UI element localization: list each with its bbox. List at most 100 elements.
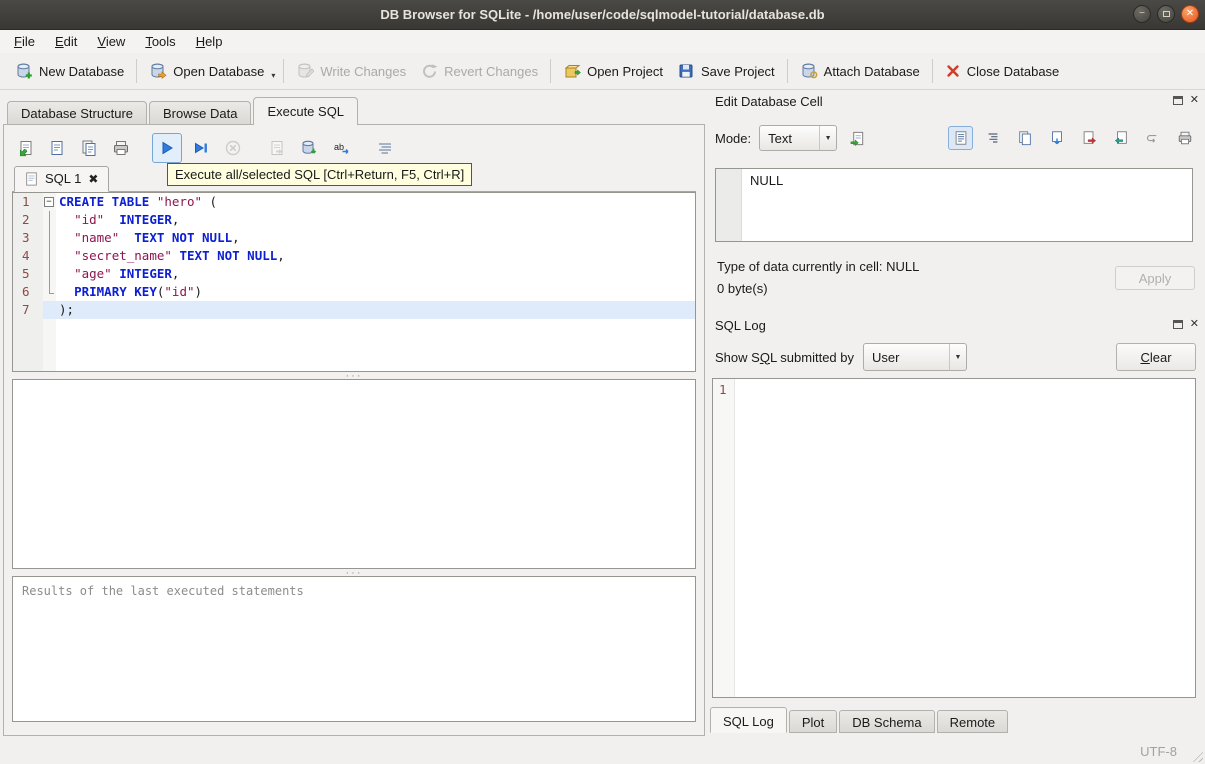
close-sql-document-icon[interactable]: ✖ xyxy=(88,172,98,186)
menu-file[interactable]: File xyxy=(4,31,45,52)
main-toolbar: New Database Open Database ▾ Write Chang… xyxy=(0,53,1205,90)
menu-tools[interactable]: Tools xyxy=(135,31,185,52)
log-filter-label: Show SQL submitted by xyxy=(715,349,854,365)
find-replace-icon: ab xyxy=(334,142,349,154)
editor-line[interactable]: 6 PRIMARY KEY("id") xyxy=(13,283,695,301)
sql-log-area[interactable]: 1 xyxy=(712,378,1196,698)
open-database-button[interactable]: Open Database xyxy=(142,57,271,85)
save-results-to-database-button[interactable] xyxy=(296,135,322,161)
import-cell-button[interactable] xyxy=(1108,126,1133,150)
close-dock-icon[interactable]: ✕ xyxy=(1190,319,1199,330)
resize-grip-icon[interactable] xyxy=(1190,749,1203,762)
sql-log-dock-buttons: ✕ xyxy=(1172,319,1199,330)
attach-database-button[interactable]: Attach Database xyxy=(793,57,927,85)
save-results-button[interactable] xyxy=(264,135,290,161)
clear-log-button[interactable]: Clear xyxy=(1116,343,1196,371)
editor-line[interactable]: 2 "id" INTEGER, xyxy=(13,211,695,229)
print-sql-button[interactable] xyxy=(108,135,134,161)
save-cell-button[interactable] xyxy=(1044,126,1069,150)
mode-label: Mode: xyxy=(715,130,752,146)
encoding-indicator: UTF-8 xyxy=(1140,744,1177,759)
import-file-icon xyxy=(850,131,864,146)
save-sql-file-as-button[interactable] xyxy=(76,135,102,161)
import-data-button[interactable] xyxy=(845,126,870,150)
editor-line[interactable]: 1− CREATE TABLE "hero" ( xyxy=(13,193,695,211)
editor-line[interactable]: 7); xyxy=(13,301,695,319)
open-database-label: Open Database xyxy=(173,63,265,79)
menu-help[interactable]: Help xyxy=(186,31,233,52)
close-database-button[interactable]: Close Database xyxy=(938,58,1067,84)
save-sql-file-as-icon xyxy=(82,140,96,156)
sql-log-dock-title: SQL Log xyxy=(715,318,766,333)
save-sql-file-button[interactable] xyxy=(44,135,70,161)
stop-execution-button[interactable] xyxy=(220,135,246,161)
svg-text:ab: ab xyxy=(334,142,344,152)
rtl-text-button[interactable] xyxy=(980,126,1005,150)
line-number: 2 xyxy=(13,211,43,229)
open-sql-file-button[interactable] xyxy=(12,135,38,161)
sql-log-gutter: 1 xyxy=(713,379,735,697)
find-replace-button[interactable]: ab xyxy=(328,135,354,161)
dock-tab-db-schema[interactable]: DB Schema xyxy=(839,710,935,733)
import-cell-icon xyxy=(1114,131,1127,144)
maximize-button[interactable] xyxy=(1157,5,1175,23)
execute-all-button[interactable] xyxy=(152,133,182,163)
fold-margin xyxy=(43,229,56,247)
dock-tab-remote[interactable]: Remote xyxy=(936,710,1009,733)
editor-line[interactable]: 4 "secret_name" TEXT NOT NULL, xyxy=(13,247,695,265)
save-project-button[interactable]: Save Project xyxy=(670,57,782,85)
menu-edit[interactable]: Edit xyxy=(45,31,87,52)
tab-browse-data[interactable]: Browse Data xyxy=(149,101,252,124)
float-dock-icon[interactable] xyxy=(1172,96,1183,105)
close-button[interactable]: ✕ xyxy=(1181,5,1199,23)
write-changes-label: Write Changes xyxy=(320,63,407,79)
format-sql-icon xyxy=(379,143,391,154)
new-database-button[interactable]: New Database xyxy=(8,57,131,85)
float-dock-icon[interactable] xyxy=(1172,320,1183,329)
sql-document-tab[interactable]: SQL 1 ✖ xyxy=(14,166,110,192)
splitter-handle[interactable]: ··· xyxy=(12,370,696,381)
editor-empty-area[interactable] xyxy=(13,319,695,371)
window-title: DB Browser for SQLite - /home/user/code/… xyxy=(380,7,825,22)
edit-cell-dock-title: Edit Database Cell xyxy=(715,94,823,109)
line-number: 3 xyxy=(13,229,43,247)
cell-editor-area[interactable]: NULL xyxy=(715,168,1193,242)
write-changes-button[interactable]: Write Changes xyxy=(289,57,413,85)
open-project-button[interactable]: Open Project xyxy=(556,57,670,85)
editor-line[interactable]: 3 "name" TEXT NOT NULL, xyxy=(13,229,695,247)
sql-editor[interactable]: 1− CREATE TABLE "hero" (2 "id" INTEGER, 3 … xyxy=(12,192,696,372)
minimize-button[interactable]: − xyxy=(1133,5,1151,23)
copy-cell-button[interactable] xyxy=(1012,126,1037,150)
export-cell-button[interactable] xyxy=(1076,126,1101,150)
editor-fold-margin xyxy=(43,319,56,371)
mode-combobox[interactable]: Text ▼ xyxy=(759,125,838,151)
apply-button[interactable]: Apply xyxy=(1115,266,1195,290)
format-sql-button[interactable] xyxy=(372,135,398,161)
editor-line[interactable]: 5 "age" INTEGER, xyxy=(13,265,695,283)
code-text: ); xyxy=(56,301,695,319)
fold-collapse-icon[interactable]: − xyxy=(44,197,54,207)
database-save-icon xyxy=(302,140,317,154)
execute-line-icon xyxy=(195,142,207,154)
toolbar-separator xyxy=(550,59,552,83)
fold-margin[interactable]: − xyxy=(43,193,56,211)
print-cell-button[interactable] xyxy=(1172,126,1197,150)
chevron-down-icon: ▼ xyxy=(819,126,836,150)
splitter-handle[interactable]: ··· xyxy=(12,567,696,578)
toolbar-separator xyxy=(931,59,933,83)
window-controls: − ✕ xyxy=(1133,5,1199,23)
execute-line-button[interactable] xyxy=(188,135,214,161)
tab-execute-sql[interactable]: Execute SQL xyxy=(253,97,359,126)
log-filter-combobox[interactable]: User ▼ xyxy=(863,343,967,371)
revert-changes-button[interactable]: Revert Changes xyxy=(413,57,545,85)
tab-database-structure[interactable]: Database Structure xyxy=(7,101,148,124)
text-view-button[interactable] xyxy=(948,126,973,150)
menu-view[interactable]: View xyxy=(87,31,135,52)
close-dock-icon[interactable]: ✕ xyxy=(1190,95,1199,106)
dock-tab-sql-log[interactable]: SQL Log xyxy=(710,707,787,733)
open-database-dropdown-arrow[interactable]: ▾ xyxy=(271,63,278,80)
execution-log-pane: Results of the last executed statements xyxy=(12,576,696,722)
save-results-icon xyxy=(271,141,283,155)
word-wrap-button[interactable] xyxy=(1140,126,1165,150)
dock-tab-plot[interactable]: Plot xyxy=(788,710,838,733)
